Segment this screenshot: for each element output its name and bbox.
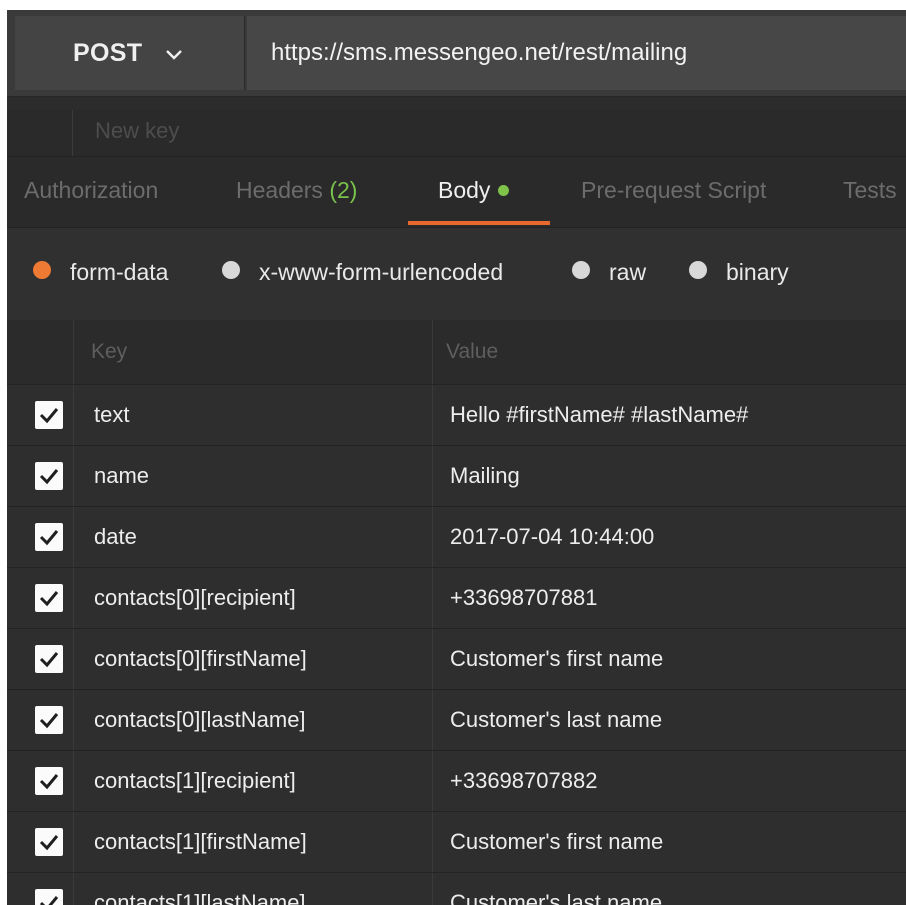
method-dropdown[interactable]: POST bbox=[15, 16, 245, 90]
tab-label: Headers bbox=[236, 177, 323, 203]
row-checkbox-cell bbox=[7, 568, 74, 628]
param-key[interactable]: text bbox=[81, 385, 433, 445]
param-key[interactable]: contacts[1][recipient] bbox=[81, 751, 433, 811]
radio-label: x-www-form-urlencoded bbox=[259, 259, 504, 285]
param-key[interactable]: contacts[0][recipient] bbox=[81, 568, 433, 628]
param-value[interactable]: 2017-07-04 10:44:00 bbox=[434, 507, 906, 567]
column-header-value: Value bbox=[446, 340, 499, 363]
checkbox-checked-icon[interactable] bbox=[35, 889, 63, 905]
table-row: contacts[0][lastName] Customer's last na… bbox=[7, 690, 906, 751]
radio-raw[interactable]: raw bbox=[572, 259, 647, 286]
checkbox-checked-icon[interactable] bbox=[35, 523, 63, 551]
tab-headers[interactable]: Headers (2) bbox=[236, 177, 357, 204]
checkbox-checked-icon[interactable] bbox=[35, 584, 63, 612]
table-row: contacts[1][lastName] Customer's last na… bbox=[7, 873, 906, 905]
tab-tests[interactable]: Tests bbox=[843, 177, 897, 204]
param-value[interactable]: +33698707882 bbox=[434, 751, 906, 811]
header-checkbox-cell bbox=[7, 320, 74, 384]
form-data-table: Key Value text Hello #firstName# #lastNa… bbox=[7, 320, 906, 905]
table-row: contacts[0][firstName] Customer's first … bbox=[7, 629, 906, 690]
params-new-key-row: New key bbox=[7, 110, 906, 157]
table-row: contacts[1][recipient] +33698707882 bbox=[7, 751, 906, 812]
tab-authorization[interactable]: Authorization bbox=[24, 177, 158, 204]
radio-unselected-icon bbox=[572, 261, 590, 279]
row-checkbox-cell bbox=[7, 507, 74, 567]
row-checkbox-cell bbox=[7, 873, 74, 905]
param-value[interactable]: Mailing bbox=[434, 446, 906, 506]
param-key[interactable]: contacts[0][lastName] bbox=[81, 690, 433, 750]
radio-label: form-data bbox=[70, 259, 169, 285]
radio-form-data[interactable]: form-data bbox=[33, 259, 169, 286]
param-value[interactable]: +33698707881 bbox=[434, 568, 906, 628]
row-checkbox-cell bbox=[7, 690, 74, 750]
table-row: date 2017-07-04 10:44:00 bbox=[7, 507, 906, 568]
checkbox-checked-icon[interactable] bbox=[35, 645, 63, 673]
postman-request-panel: POST https://sms.messengeo.net/rest/mail… bbox=[7, 10, 906, 905]
url-bar: POST https://sms.messengeo.net/rest/mail… bbox=[7, 10, 906, 97]
radio-binary[interactable]: binary bbox=[689, 259, 789, 286]
radio-label: binary bbox=[726, 259, 789, 285]
radio-label: raw bbox=[609, 259, 647, 285]
checkbox-checked-icon[interactable] bbox=[35, 462, 63, 490]
request-tabs: Authorization Headers (2) Body Pre-reque… bbox=[7, 157, 906, 228]
tab-label: Body bbox=[438, 177, 491, 203]
chevron-down-icon bbox=[164, 43, 184, 63]
checkbox-checked-icon[interactable] bbox=[35, 767, 63, 795]
body-type-selector: form-data x-www-form-urlencoded raw bina… bbox=[7, 228, 906, 321]
status-dot-icon bbox=[498, 185, 510, 196]
table-row: contacts[0][recipient] +33698707881 bbox=[7, 568, 906, 629]
param-value[interactable]: Customer's last name bbox=[434, 873, 906, 905]
new-key-input[interactable]: New key bbox=[95, 118, 179, 144]
checkbox-checked-icon[interactable] bbox=[35, 828, 63, 856]
param-key[interactable]: date bbox=[81, 507, 433, 567]
headers-count-badge: (2) bbox=[329, 177, 358, 203]
param-value[interactable]: Customer's last name bbox=[434, 690, 906, 750]
param-value[interactable]: Customer's first name bbox=[434, 629, 906, 689]
param-key[interactable]: contacts[0][firstName] bbox=[81, 629, 433, 689]
radio-selected-icon bbox=[33, 261, 51, 279]
row-checkbox-cell bbox=[7, 629, 74, 689]
table-row: name Mailing bbox=[7, 446, 906, 507]
tab-label: Tests bbox=[843, 177, 897, 203]
param-value[interactable]: Hello #firstName# #lastName# bbox=[434, 385, 906, 445]
radio-unselected-icon bbox=[222, 261, 240, 279]
row-checkbox-cell bbox=[7, 385, 74, 445]
row-checkbox-cell bbox=[7, 751, 74, 811]
radio-unselected-icon bbox=[689, 261, 707, 279]
checkbox-checked-icon[interactable] bbox=[35, 401, 63, 429]
tab-body[interactable]: Body bbox=[438, 177, 510, 204]
radio-x-www-form-urlencoded[interactable]: x-www-form-urlencoded bbox=[222, 259, 504, 286]
tab-pre-request-script[interactable]: Pre-request Script bbox=[581, 177, 766, 204]
table-row: contacts[1][firstName] Customer's first … bbox=[7, 812, 906, 873]
row-checkbox-cell bbox=[7, 812, 74, 872]
row-checkbox-cell bbox=[7, 446, 74, 506]
tab-label: Authorization bbox=[24, 177, 159, 203]
tab-label: Pre-request Script bbox=[581, 177, 767, 203]
column-header-key: Key bbox=[81, 320, 433, 384]
table-row: text Hello #firstName# #lastName# bbox=[7, 385, 906, 446]
checkbox-checked-icon[interactable] bbox=[35, 706, 63, 734]
table-header: Key Value bbox=[7, 320, 906, 385]
method-label: POST bbox=[73, 38, 143, 67]
url-input[interactable]: https://sms.messengeo.net/rest/mailing bbox=[247, 16, 906, 90]
param-key[interactable]: name bbox=[81, 446, 433, 506]
param-value[interactable]: Customer's first name bbox=[434, 812, 906, 872]
column-divider bbox=[72, 110, 73, 156]
param-key[interactable]: contacts[1][firstName] bbox=[81, 812, 433, 872]
active-tab-indicator bbox=[408, 221, 550, 225]
param-key[interactable]: contacts[1][lastName] bbox=[81, 873, 433, 905]
